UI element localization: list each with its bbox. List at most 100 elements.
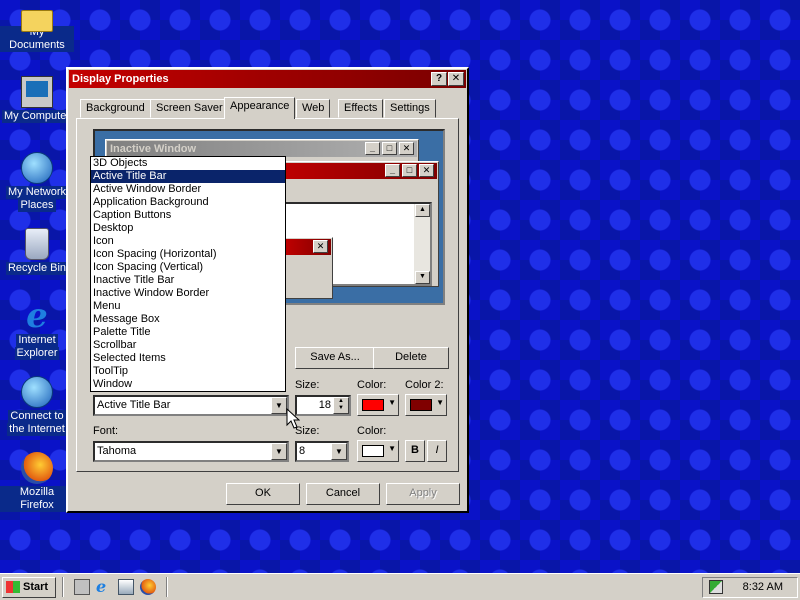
item-size-spinner[interactable]: 18 ▲ ▼ [295, 395, 351, 416]
bold-toggle[interactable]: B [405, 440, 425, 462]
dropdown-item[interactable]: Icon Spacing (Vertical) [91, 261, 285, 274]
dropdown-item[interactable]: 3D Objects [91, 157, 285, 170]
dropdown-item[interactable]: Inactive Title Bar [91, 274, 285, 287]
dropdown-item[interactable]: Active Window Border [91, 183, 285, 196]
dropdown-item[interactable]: ToolTip [91, 365, 285, 378]
firefox-icon [21, 452, 53, 484]
dropdown-item[interactable]: Palette Title [91, 326, 285, 339]
scroll-up-icon: ▲ [415, 204, 430, 217]
dialog-titlebar[interactable]: Display Properties ? ✕ [69, 70, 466, 88]
taskbar-divider [62, 577, 64, 597]
chevron-down-icon[interactable]: ▼ [271, 397, 287, 414]
desktop-icon-firefox[interactable]: Mozilla Firefox [0, 452, 74, 512]
dropdown-item-selected[interactable]: Active Title Bar [91, 170, 285, 183]
desktop-icon-network-places[interactable]: My Network Places [0, 152, 74, 212]
desktop-icon-label: Explorer [14, 347, 60, 360]
desktop-icon-label: Mozilla Firefox [0, 486, 74, 512]
desktop-icon-label: the Internet [7, 423, 67, 436]
connect-wizard-icon [21, 376, 53, 408]
chevron-down-icon: ▼ [388, 444, 396, 453]
start-label: Start [23, 581, 49, 593]
close-icon: ✕ [399, 142, 414, 155]
start-button[interactable]: Start [2, 577, 56, 598]
dropdown-item[interactable]: Scrollbar [91, 339, 285, 352]
ie-icon[interactable]: e [96, 579, 112, 595]
tab-effects[interactable]: Effects [338, 99, 384, 118]
item-color2-button[interactable]: ▼ [405, 394, 447, 416]
desktop-icon-connect-internet[interactable]: Connect to the Internet [0, 376, 74, 436]
windows-logo-icon [6, 581, 20, 593]
spinner-arrows-icon[interactable]: ▲ ▼ [333, 397, 349, 414]
dropdown-item[interactable]: Selected Items [91, 352, 285, 365]
dropdown-item[interactable]: Window [91, 378, 285, 391]
item-color-label: Color: [357, 379, 387, 391]
chevron-down-icon: ▼ [436, 398, 444, 407]
cancel-button[interactable]: Cancel [306, 483, 380, 505]
desktop-icon-internet-explorer[interactable]: e Internet Explorer [0, 296, 74, 360]
chevron-down-icon[interactable]: ▼ [271, 443, 287, 460]
show-desktop-icon[interactable] [74, 579, 90, 595]
taskbar: Start e 8:32 AM [0, 573, 800, 600]
delete-button[interactable]: Delete [373, 347, 449, 369]
font-select-value: Tahoma [97, 445, 137, 457]
preview-inactive-title: Inactive Window _ □ ✕ [107, 141, 417, 157]
desktop-icon-label: Places [18, 199, 56, 212]
taskbar-divider [166, 577, 168, 597]
computer-icon [21, 76, 53, 108]
help-button[interactable]: ? [431, 72, 447, 86]
close-icon: ✕ [419, 164, 434, 177]
outlook-icon[interactable] [118, 579, 134, 595]
chevron-down-icon: ▼ [388, 398, 396, 407]
desktop-icon-my-documents[interactable]: My Documents [0, 2, 74, 52]
font-label: Font: [93, 425, 119, 437]
dropdown-item[interactable]: Icon Spacing (Horizontal) [91, 248, 285, 261]
font-color-button[interactable]: ▼ [357, 440, 399, 462]
item-size-label: Size: [295, 379, 320, 391]
desktop-icon-my-computer[interactable]: My Computer [0, 76, 74, 123]
desktop-icon-label: My Computer [1, 110, 73, 123]
tab-appearance[interactable]: Appearance [224, 97, 296, 119]
item-color2-label: Color 2: [405, 379, 444, 391]
font-select[interactable]: Tahoma ▼ [93, 441, 289, 462]
internet-explorer-icon: e [26, 296, 48, 336]
ok-button[interactable]: OK [226, 483, 300, 505]
font-size-value: 8 [299, 445, 306, 457]
clock[interactable]: 8:32 AM [743, 578, 783, 596]
desktop-icon-recycle-bin[interactable]: Recycle Bin [0, 228, 74, 275]
network-tray-icon[interactable] [709, 580, 723, 594]
item-dropdown-list[interactable]: 3D Objects Active Title Bar Active Windo… [90, 156, 286, 392]
italic-toggle[interactable]: I [427, 440, 447, 462]
font-color-label: Color: [357, 425, 387, 437]
system-tray: 8:32 AM [702, 577, 798, 598]
apply-button[interactable]: Apply [386, 483, 460, 505]
item-color1-button[interactable]: ▼ [357, 394, 399, 416]
color2-swatch [410, 399, 432, 411]
mouse-cursor-icon [286, 408, 300, 429]
item-size-value: 18 [318, 399, 331, 411]
dropdown-item[interactable]: Icon [91, 235, 285, 248]
color1-swatch [362, 399, 384, 411]
desktop-icon-label: Connect to [8, 410, 66, 423]
firefox-icon[interactable] [140, 579, 156, 595]
dropdown-item[interactable]: Inactive Window Border [91, 287, 285, 300]
tab-web[interactable]: Web [296, 99, 331, 118]
tab-settings[interactable]: Settings [384, 99, 436, 118]
folder-icon [21, 10, 53, 32]
font-color-swatch [362, 445, 384, 457]
dropdown-item[interactable]: Application Background [91, 196, 285, 209]
close-button[interactable]: ✕ [448, 72, 464, 86]
save-as-button[interactable]: Save As... [295, 347, 375, 369]
dropdown-item[interactable]: Message Box [91, 313, 285, 326]
tab-screen-saver[interactable]: Screen Saver [150, 99, 229, 118]
dropdown-item[interactable]: Menu [91, 300, 285, 313]
font-size-select[interactable]: 8 ▼ [295, 441, 349, 462]
chevron-down-icon[interactable]: ▼ [331, 443, 347, 460]
preview-scrollbar: ▲ ▼ [414, 204, 430, 284]
maximize-icon: □ [402, 164, 417, 177]
item-select[interactable]: Active Title Bar ▼ [93, 395, 289, 416]
desktop-icon-label: My Network [5, 186, 69, 199]
tab-background[interactable]: Background [80, 99, 151, 118]
dropdown-item[interactable]: Caption Buttons [91, 209, 285, 222]
scroll-down-icon: ▼ [415, 271, 430, 284]
dropdown-item[interactable]: Desktop [91, 222, 285, 235]
